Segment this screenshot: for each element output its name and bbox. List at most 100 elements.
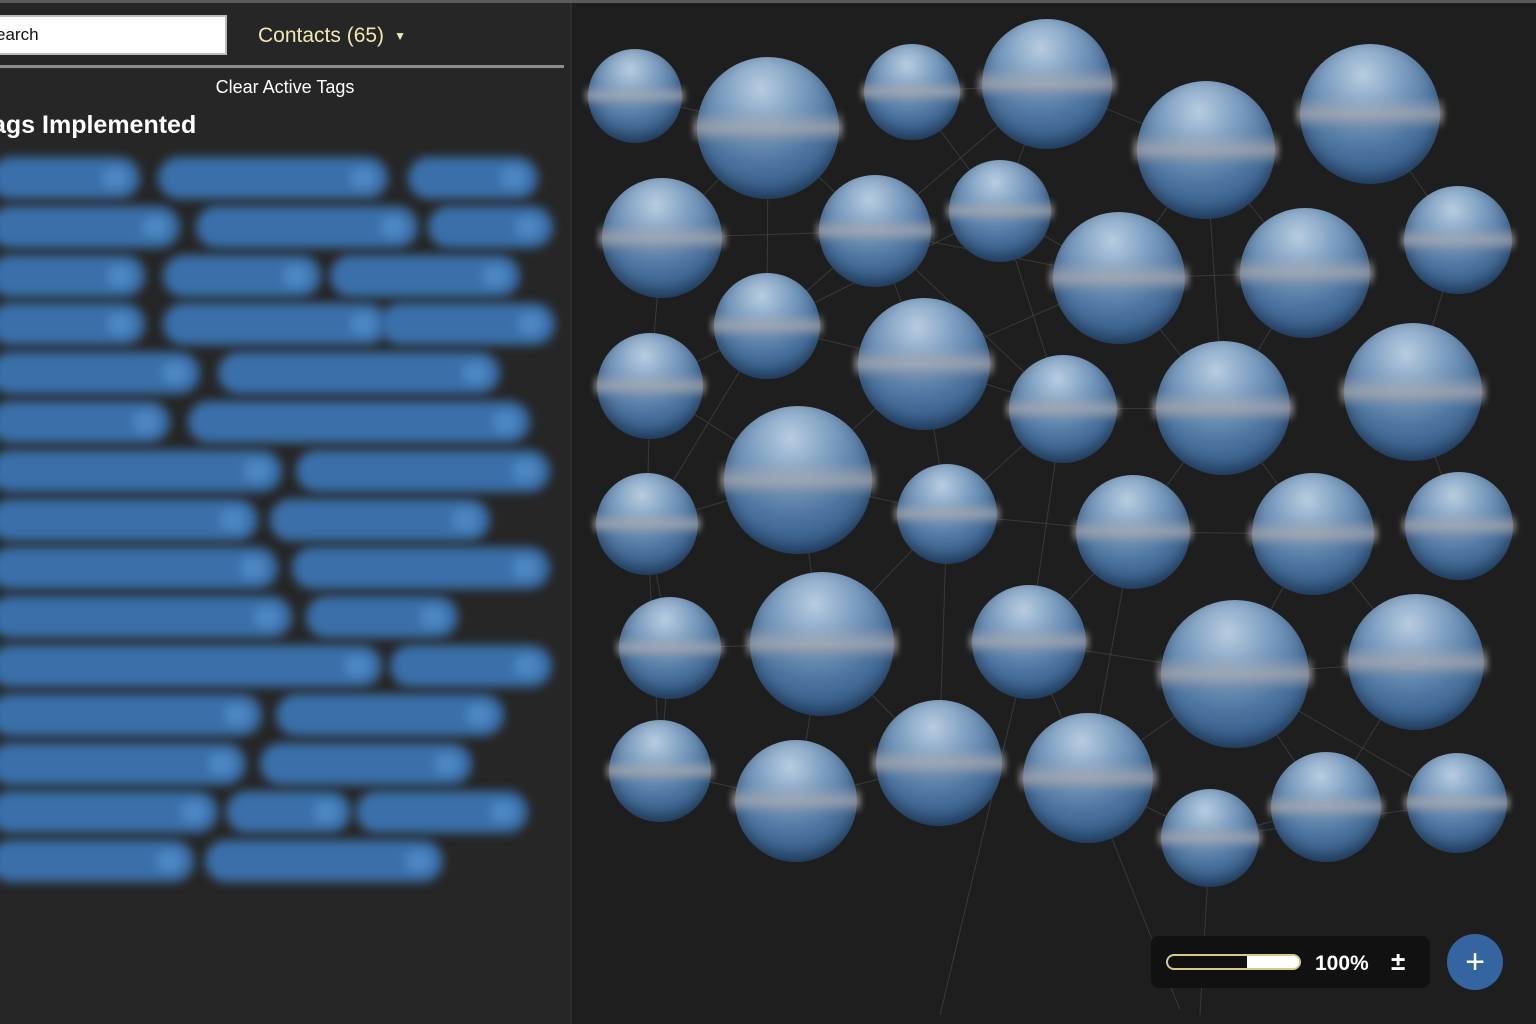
contact-node[interactable] <box>745 572 899 716</box>
contact-node[interactable] <box>1072 475 1194 589</box>
tag-pill[interactable] <box>292 547 550 590</box>
tag-pill[interactable] <box>0 205 180 248</box>
contact-node[interactable] <box>1267 752 1385 862</box>
contact-node[interactable] <box>861 44 963 140</box>
tag-pill[interactable] <box>0 742 246 785</box>
contact-node[interactable] <box>1005 355 1121 463</box>
add-button[interactable]: + <box>1447 934 1503 990</box>
tag-pill[interactable] <box>0 840 194 883</box>
tag-pill[interactable] <box>276 693 504 736</box>
contact-node[interactable] <box>1236 208 1374 338</box>
tag-pill[interactable] <box>0 645 382 687</box>
tag-pill[interactable] <box>0 547 278 590</box>
zoom-slider[interactable] <box>1166 954 1301 970</box>
tag-pill[interactable] <box>0 449 282 492</box>
contact-node[interactable] <box>615 597 725 699</box>
tag-pill[interactable] <box>0 498 258 541</box>
tag-pill[interactable] <box>163 254 321 297</box>
contact-node[interactable] <box>605 720 715 822</box>
tag-pill[interactable] <box>196 205 418 248</box>
contact-node[interactable] <box>968 585 1090 699</box>
contact-node[interactable] <box>1339 323 1487 461</box>
tag-pill[interactable] <box>226 791 351 834</box>
contact-node[interactable] <box>1248 473 1378 595</box>
tag-pill[interactable] <box>408 157 538 199</box>
tag-pill[interactable] <box>330 254 520 297</box>
tag-pill[interactable] <box>0 596 292 639</box>
contact-node-label-blurred <box>593 373 707 397</box>
contact-node-label-blurred <box>854 348 994 378</box>
tag-pill[interactable] <box>306 596 458 639</box>
contact-graph[interactable] <box>572 3 1536 1024</box>
contact-node[interactable] <box>692 57 844 199</box>
contact-node[interactable] <box>1295 44 1445 184</box>
sidebar: Contacts (65) ▼ Clear Active Tags ags Im… <box>0 3 572 1024</box>
tag-pill[interactable] <box>380 303 555 346</box>
contact-node-label-blurred <box>978 68 1116 97</box>
contact-node[interactable] <box>978 19 1116 149</box>
contact-node[interactable] <box>872 700 1006 826</box>
contact-node[interactable] <box>854 298 994 430</box>
contact-node-label-blurred <box>1248 519 1378 547</box>
tag-pill[interactable] <box>356 791 528 834</box>
tag-pill[interactable] <box>0 254 145 297</box>
contact-node[interactable] <box>1156 600 1314 748</box>
contact-node-label-blurred <box>745 626 899 659</box>
contact-node[interactable] <box>1158 789 1262 887</box>
contact-node[interactable] <box>1132 81 1280 219</box>
contact-node[interactable] <box>1019 713 1157 843</box>
contact-node-label-blurred <box>872 747 1006 776</box>
tag-pill[interactable] <box>260 742 472 785</box>
contact-node-label-blurred <box>585 84 685 106</box>
tag-pill[interactable] <box>270 498 490 541</box>
contact-node[interactable] <box>1049 212 1189 344</box>
contact-node[interactable] <box>1400 186 1516 294</box>
tag-pill[interactable] <box>296 449 550 492</box>
contact-node-label-blurred <box>968 628 1090 654</box>
contact-node[interactable] <box>731 740 861 862</box>
tag-pill[interactable] <box>0 693 262 736</box>
contact-node-label-blurred <box>1236 257 1374 286</box>
tag-pill[interactable] <box>390 645 552 687</box>
caret-down-icon: ▼ <box>394 29 406 43</box>
divider <box>0 65 564 68</box>
contact-node-label-blurred <box>815 217 935 243</box>
contact-node[interactable] <box>1404 753 1510 853</box>
tag-pill[interactable] <box>158 157 388 199</box>
tag-pill[interactable] <box>0 157 140 199</box>
tag-pill[interactable] <box>0 401 170 443</box>
contacts-dropdown[interactable]: Contacts (65) ▼ <box>258 21 406 51</box>
contact-node-label-blurred <box>1158 826 1262 848</box>
contact-node[interactable] <box>1401 472 1517 580</box>
tag-pill[interactable] <box>205 840 443 883</box>
contact-node[interactable] <box>1151 341 1295 475</box>
contact-node-label-blurred <box>1005 396 1121 420</box>
contact-node-label-blurred <box>1343 645 1489 676</box>
contact-node[interactable] <box>945 160 1055 262</box>
contact-node[interactable] <box>894 464 1000 564</box>
clear-active-tags-button[interactable]: Clear Active Tags <box>0 77 570 98</box>
contact-node[interactable] <box>815 175 935 287</box>
contact-node[interactable] <box>719 406 877 554</box>
contact-node[interactable] <box>1343 594 1489 730</box>
tag-pill[interactable] <box>218 352 500 395</box>
graph-edge <box>939 641 1030 1016</box>
contact-node[interactable] <box>710 273 824 379</box>
contact-node-label-blurred <box>731 786 861 814</box>
contact-node-label-blurred <box>1295 97 1445 128</box>
contact-node-label-blurred <box>861 80 963 102</box>
zoom-toggle-button[interactable]: ± <box>1391 946 1405 977</box>
tag-pill[interactable] <box>0 352 200 395</box>
contact-node-label-blurred <box>592 511 702 535</box>
tag-pill[interactable] <box>163 303 388 346</box>
tag-pill[interactable] <box>428 205 553 248</box>
tag-pill[interactable] <box>0 303 145 346</box>
search-input[interactable] <box>0 15 227 55</box>
tag-pill[interactable] <box>0 791 218 834</box>
contact-node[interactable] <box>598 178 726 298</box>
contact-node[interactable] <box>593 333 707 439</box>
contact-node[interactable] <box>592 473 702 575</box>
contact-node-label-blurred <box>1267 793 1385 818</box>
contact-node[interactable] <box>585 49 685 143</box>
tag-pill[interactable] <box>188 401 530 443</box>
